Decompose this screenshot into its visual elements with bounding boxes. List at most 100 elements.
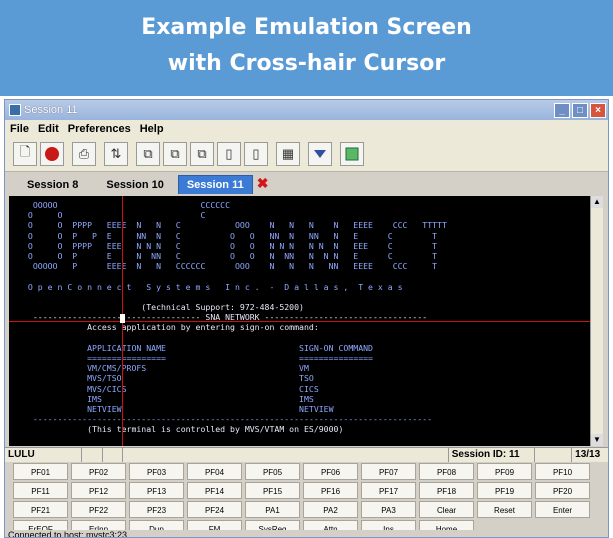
print-icon[interactable]: ⎙ xyxy=(72,142,96,166)
menu-edit[interactable]: Edit xyxy=(38,123,59,135)
menu-help[interactable]: Help xyxy=(140,123,164,135)
terminal-line: O O P E N NN C O O N NN N N N E C T xyxy=(23,251,438,261)
status-bar: LULU Session ID: 11 13/13 xyxy=(5,447,608,462)
key-pf16[interactable]: PF16 xyxy=(303,482,358,499)
key-pf14[interactable]: PF14 xyxy=(187,482,242,499)
terminal-line: MVS/CICS CICS xyxy=(23,383,319,394)
tab-session-10[interactable]: Session 10 xyxy=(92,176,177,194)
key-pf18[interactable]: PF18 xyxy=(419,482,474,499)
key-pa1[interactable]: PA1 xyxy=(245,501,300,518)
dropdown-icon[interactable] xyxy=(308,142,332,166)
key-pf11[interactable]: PF11 xyxy=(13,482,68,499)
key-pf17[interactable]: PF17 xyxy=(361,482,416,499)
emulator-window: Session 11 _ □ × File Edit Preferences H… xyxy=(4,99,609,538)
app-icon xyxy=(9,104,21,116)
terminal-line: Access application by entering sign-on c… xyxy=(23,322,319,333)
new-icon[interactable]: 🗋 xyxy=(13,142,37,166)
status-field xyxy=(123,448,449,462)
crosshair-horizontal xyxy=(9,321,590,322)
key-pf02[interactable]: PF02 xyxy=(71,463,126,480)
minimize-button[interactable]: _ xyxy=(554,102,570,118)
status-field xyxy=(535,448,573,462)
terminal-line: OOOOO CCCCCC xyxy=(23,200,231,210)
tab-session-8[interactable]: Session 8 xyxy=(13,176,92,194)
banner: Example Emulation Screen with Cross-hair… xyxy=(0,0,613,96)
terminal-line: APPLICATION NAME SIGN-ON COMMAND xyxy=(23,342,373,353)
key-pf03[interactable]: PF03 xyxy=(129,463,184,480)
key-pf07[interactable]: PF07 xyxy=(361,463,416,480)
terminal-line: IMS IMS xyxy=(23,393,314,404)
terminal-line: (Technical Support: 972-484-5200) xyxy=(23,302,304,312)
paste-special-icon[interactable]: ⧉ xyxy=(190,142,214,166)
clipboard-append-icon[interactable]: ▯ xyxy=(244,142,268,166)
terminal-line: O O P P E NN N C O O NN N NN N E C T xyxy=(23,230,438,241)
transfer-icon[interactable]: ⇅ xyxy=(104,142,128,166)
terminal-line: O O C xyxy=(23,210,206,221)
key-pf01[interactable]: PF01 xyxy=(13,463,68,480)
title-bar: Session 11 _ □ × xyxy=(5,100,608,120)
terminal-line: MVS/TSO TSO xyxy=(23,373,314,384)
terminal-line: ================ =============== xyxy=(23,353,373,363)
key-pf20[interactable]: PF20 xyxy=(535,482,590,499)
scroll-up-icon[interactable]: ▲ xyxy=(591,196,603,208)
menu-bar: File Edit Preferences Help xyxy=(5,120,608,137)
key-pf21[interactable]: PF21 xyxy=(13,501,68,518)
terminal-screen[interactable]: OOOOO CCCCCC O O C O O PPPP EEEE N N C O… xyxy=(9,196,590,446)
key-reset[interactable]: Reset xyxy=(477,501,532,518)
banner-title-line2: with Cross-hair Cursor xyxy=(167,51,446,76)
cursor-position: 13/13 xyxy=(575,449,601,460)
terminal-line: OOOOO P EEEE N N CCCCCC OOO N N N NN EEE… xyxy=(23,261,438,272)
window-title: Session 11 xyxy=(24,104,78,116)
key-pf15[interactable]: PF15 xyxy=(245,482,300,499)
lu-name: LULU xyxy=(5,448,82,462)
key-pa2[interactable]: PA2 xyxy=(303,501,358,518)
tab-session-11[interactable]: Session 11 xyxy=(177,175,253,194)
paste-icon[interactable]: ⧉ xyxy=(163,142,187,166)
keypad-row: PF01 PF02 PF03 PF04 PF05 PF06 PF07 PF08 PF09 PF10 xyxy=(13,463,603,480)
terminal-line: O O PPPP EEEE N N C OOO N N N N EEEE CCC… xyxy=(23,220,447,231)
clipboard-icon[interactable]: ▯ xyxy=(217,142,241,166)
key-pf05[interactable]: PF05 xyxy=(245,463,300,480)
terminal-scrollbar[interactable]: ▲ ▼ xyxy=(590,196,603,446)
key-pf23[interactable]: PF23 xyxy=(129,501,184,518)
close-tab-icon[interactable]: ✖ xyxy=(257,175,269,192)
terminal-line: (This terminal is controlled by MVS/VTAM… xyxy=(23,424,344,435)
macro-icon[interactable] xyxy=(340,142,364,166)
connection-status: Connected to host: mvstc3:23 xyxy=(5,530,608,537)
key-pf10[interactable]: PF10 xyxy=(535,463,590,480)
key-pf19[interactable]: PF19 xyxy=(477,482,532,499)
session-tabs: Session 8 Session 10 Session 11 ✖ xyxy=(5,172,608,194)
function-keypad: PF01 PF02 PF03 PF04 PF05 PF06 PF07 PF08 PF09 PF10… xyxy=(13,463,603,537)
key-clear[interactable]: Clear xyxy=(419,501,474,518)
keypad-row: PF21 PF22 PF23 PF24 PA1 PA2 PA3 Clear Reset Enter xyxy=(13,501,603,518)
menu-file[interactable]: File xyxy=(10,123,29,135)
key-pf12[interactable]: PF12 xyxy=(71,482,126,499)
keypad-row: PF11 PF12 PF13 PF14 PF15 PF16 PF17 PF18 PF19 PF20 xyxy=(13,482,603,499)
terminal-line: VM/CMS/PROFS VM xyxy=(23,363,309,374)
status-field xyxy=(82,448,103,462)
close-button[interactable]: × xyxy=(590,102,606,118)
copy-icon[interactable]: ⧉ xyxy=(136,142,160,166)
scroll-down-icon[interactable]: ▼ xyxy=(591,434,603,446)
terminal-line: NETVIEW NETVIEW xyxy=(23,404,334,414)
maximize-button[interactable]: □ xyxy=(572,102,588,118)
terminal-line: ----------------------------------------… xyxy=(23,414,433,425)
stop-icon[interactable] xyxy=(40,142,64,166)
key-pf04[interactable]: PF04 xyxy=(187,463,242,480)
key-pf22[interactable]: PF22 xyxy=(71,501,126,518)
session-id: Session ID: 11 xyxy=(449,448,536,462)
grid-icon[interactable]: ▦ xyxy=(276,142,300,166)
banner-title-line1: Example Emulation Screen xyxy=(141,15,472,40)
key-pa3[interactable]: PA3 xyxy=(361,501,416,518)
key-pf06[interactable]: PF06 xyxy=(303,463,358,480)
menu-preferences[interactable]: Preferences xyxy=(68,123,131,135)
key-pf13[interactable]: PF13 xyxy=(129,482,184,499)
key-pf08[interactable]: PF08 xyxy=(419,463,474,480)
key-enter[interactable]: Enter xyxy=(535,501,590,518)
toolbar: 🗋 ⎙ ⇅ ⧉ ⧉ ⧉ ▯ ▯ ▦ xyxy=(5,137,608,172)
terminal-line: O O PPPP EEE N N N C O O N N N N N N EEE… xyxy=(23,240,438,251)
key-pf24[interactable]: PF24 xyxy=(187,501,242,518)
text-cursor xyxy=(120,314,125,323)
key-pf09[interactable]: PF09 xyxy=(477,463,532,480)
terminal-line: O p e n C o n n e c t S y s t e m s I n … xyxy=(23,281,403,292)
